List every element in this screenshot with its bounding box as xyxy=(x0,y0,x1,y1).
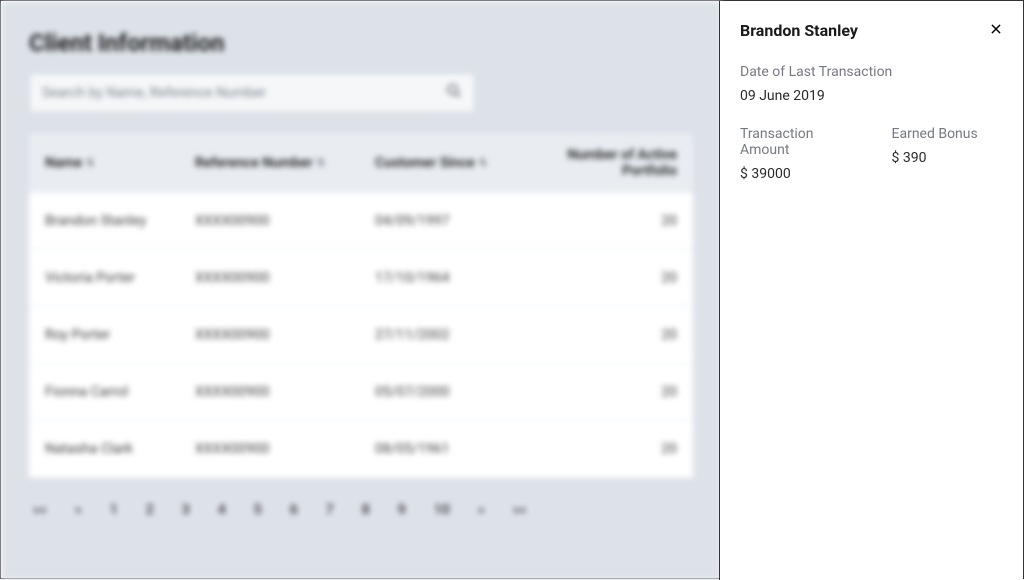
sort-icon: ⇅ xyxy=(479,158,487,169)
page-number[interactable]: 9 xyxy=(398,502,406,518)
cell-name: Fionna Carrol xyxy=(45,384,195,400)
cell-since: 08/05/1961 xyxy=(375,441,535,457)
last-transaction-value: 09 June 2019 xyxy=(740,88,1003,104)
page-number[interactable]: 5 xyxy=(254,502,262,518)
cell-name: Victoria Porter xyxy=(45,270,195,286)
col-header-name-label: Name xyxy=(45,155,82,171)
table-row[interactable]: Natasha Clark XXXX00900 08/05/1961 20 xyxy=(29,421,693,478)
transaction-amount-label: Transaction Amount xyxy=(740,126,852,158)
cell-portfolio: 20 xyxy=(535,441,677,457)
page-number[interactable]: 6 xyxy=(290,502,298,518)
search-icon xyxy=(446,83,462,103)
col-header-portfolio-label: Number of Active Portfolio xyxy=(535,147,677,179)
cell-ref: XXXX00900 xyxy=(195,327,375,343)
cell-ref: XXXX00900 xyxy=(195,384,375,400)
field-last-transaction: Date of Last Transaction 09 June 2019 xyxy=(740,64,1003,104)
client-info-background: Client Information Search by Name, Refer… xyxy=(1,1,721,580)
cell-since: 05/07/2000 xyxy=(375,384,535,400)
cell-ref: XXXX00900 xyxy=(195,270,375,286)
cell-name: Roy Porter xyxy=(45,327,195,343)
page-number[interactable]: 3 xyxy=(182,502,190,518)
sort-icon: ⇅ xyxy=(86,158,94,169)
page-last[interactable]: »» xyxy=(513,502,527,518)
page-number[interactable]: 1 xyxy=(110,502,118,518)
sidepanel-client-name: Brandon Stanley xyxy=(740,21,858,40)
field-row-amount-bonus: Transaction Amount $ 39000 Earned Bonus … xyxy=(740,126,1003,182)
cell-since: 27/11/2002 xyxy=(375,327,535,343)
page-title: Client Information xyxy=(29,29,693,57)
field-earned-bonus: Earned Bonus $ 390 xyxy=(892,126,1004,182)
close-icon xyxy=(989,22,1003,40)
col-header-reference-label: Reference Number xyxy=(195,155,313,171)
cell-since: 04/09/1997 xyxy=(375,213,535,229)
col-header-name[interactable]: Name ⇅ xyxy=(45,147,195,179)
pagination: «« « 1 2 3 4 5 6 7 8 9 10 » »» xyxy=(29,502,693,518)
col-header-since[interactable]: Customer Since ⇅ xyxy=(375,147,535,179)
table-row[interactable]: Fionna Carrol XXXX00900 05/07/2000 20 xyxy=(29,364,693,421)
table-row[interactable]: Victoria Porter XXXX00900 17/10/1964 20 xyxy=(29,250,693,307)
sort-icon: ⇅ xyxy=(317,158,325,169)
cell-ref: XXXX00900 xyxy=(195,441,375,457)
col-header-since-label: Customer Since xyxy=(375,155,475,171)
page-number[interactable]: 2 xyxy=(146,502,154,518)
earned-bonus-label: Earned Bonus xyxy=(892,126,1004,142)
table-row[interactable]: Roy Porter XXXX00900 27/11/2002 20 xyxy=(29,307,693,364)
table-row[interactable]: Brandon Stanley XXXX00900 04/09/1997 20 xyxy=(29,193,693,250)
cell-portfolio: 20 xyxy=(535,384,677,400)
search-placeholder: Search by Name, Reference Number xyxy=(42,85,446,101)
page-prev[interactable]: « xyxy=(75,502,82,518)
close-button[interactable] xyxy=(989,22,1003,40)
cell-since: 17/10/1964 xyxy=(375,270,535,286)
client-table: Name ⇅ Reference Number ⇅ Customer Since… xyxy=(29,133,693,478)
cell-name: Brandon Stanley xyxy=(45,213,195,229)
transaction-amount-value: $ 39000 xyxy=(740,166,852,182)
sidepanel-header: Brandon Stanley xyxy=(740,21,1003,40)
page-number[interactable]: 10 xyxy=(434,502,450,518)
page-number[interactable]: 7 xyxy=(326,502,334,518)
last-transaction-label: Date of Last Transaction xyxy=(740,64,1003,80)
cell-portfolio: 20 xyxy=(535,213,677,229)
col-header-reference[interactable]: Reference Number ⇅ xyxy=(195,147,375,179)
cell-portfolio: 20 xyxy=(535,270,677,286)
table-header-row: Name ⇅ Reference Number ⇅ Customer Since… xyxy=(29,133,693,193)
page-first[interactable]: «« xyxy=(33,502,47,518)
search-box[interactable]: Search by Name, Reference Number xyxy=(29,73,475,113)
cell-name: Natasha Clark xyxy=(45,441,195,457)
page-number[interactable]: 8 xyxy=(362,502,370,518)
field-transaction-amount: Transaction Amount $ 39000 xyxy=(740,126,852,182)
earned-bonus-value: $ 390 xyxy=(892,150,1004,166)
page-next[interactable]: » xyxy=(478,502,485,518)
page-number[interactable]: 4 xyxy=(218,502,226,518)
cell-ref: XXXX00900 xyxy=(195,213,375,229)
cell-portfolio: 20 xyxy=(535,327,677,343)
col-header-portfolio[interactable]: Number of Active Portfolio xyxy=(535,147,677,179)
client-detail-sidepanel: Brandon Stanley Date of Last Transaction… xyxy=(719,1,1023,580)
